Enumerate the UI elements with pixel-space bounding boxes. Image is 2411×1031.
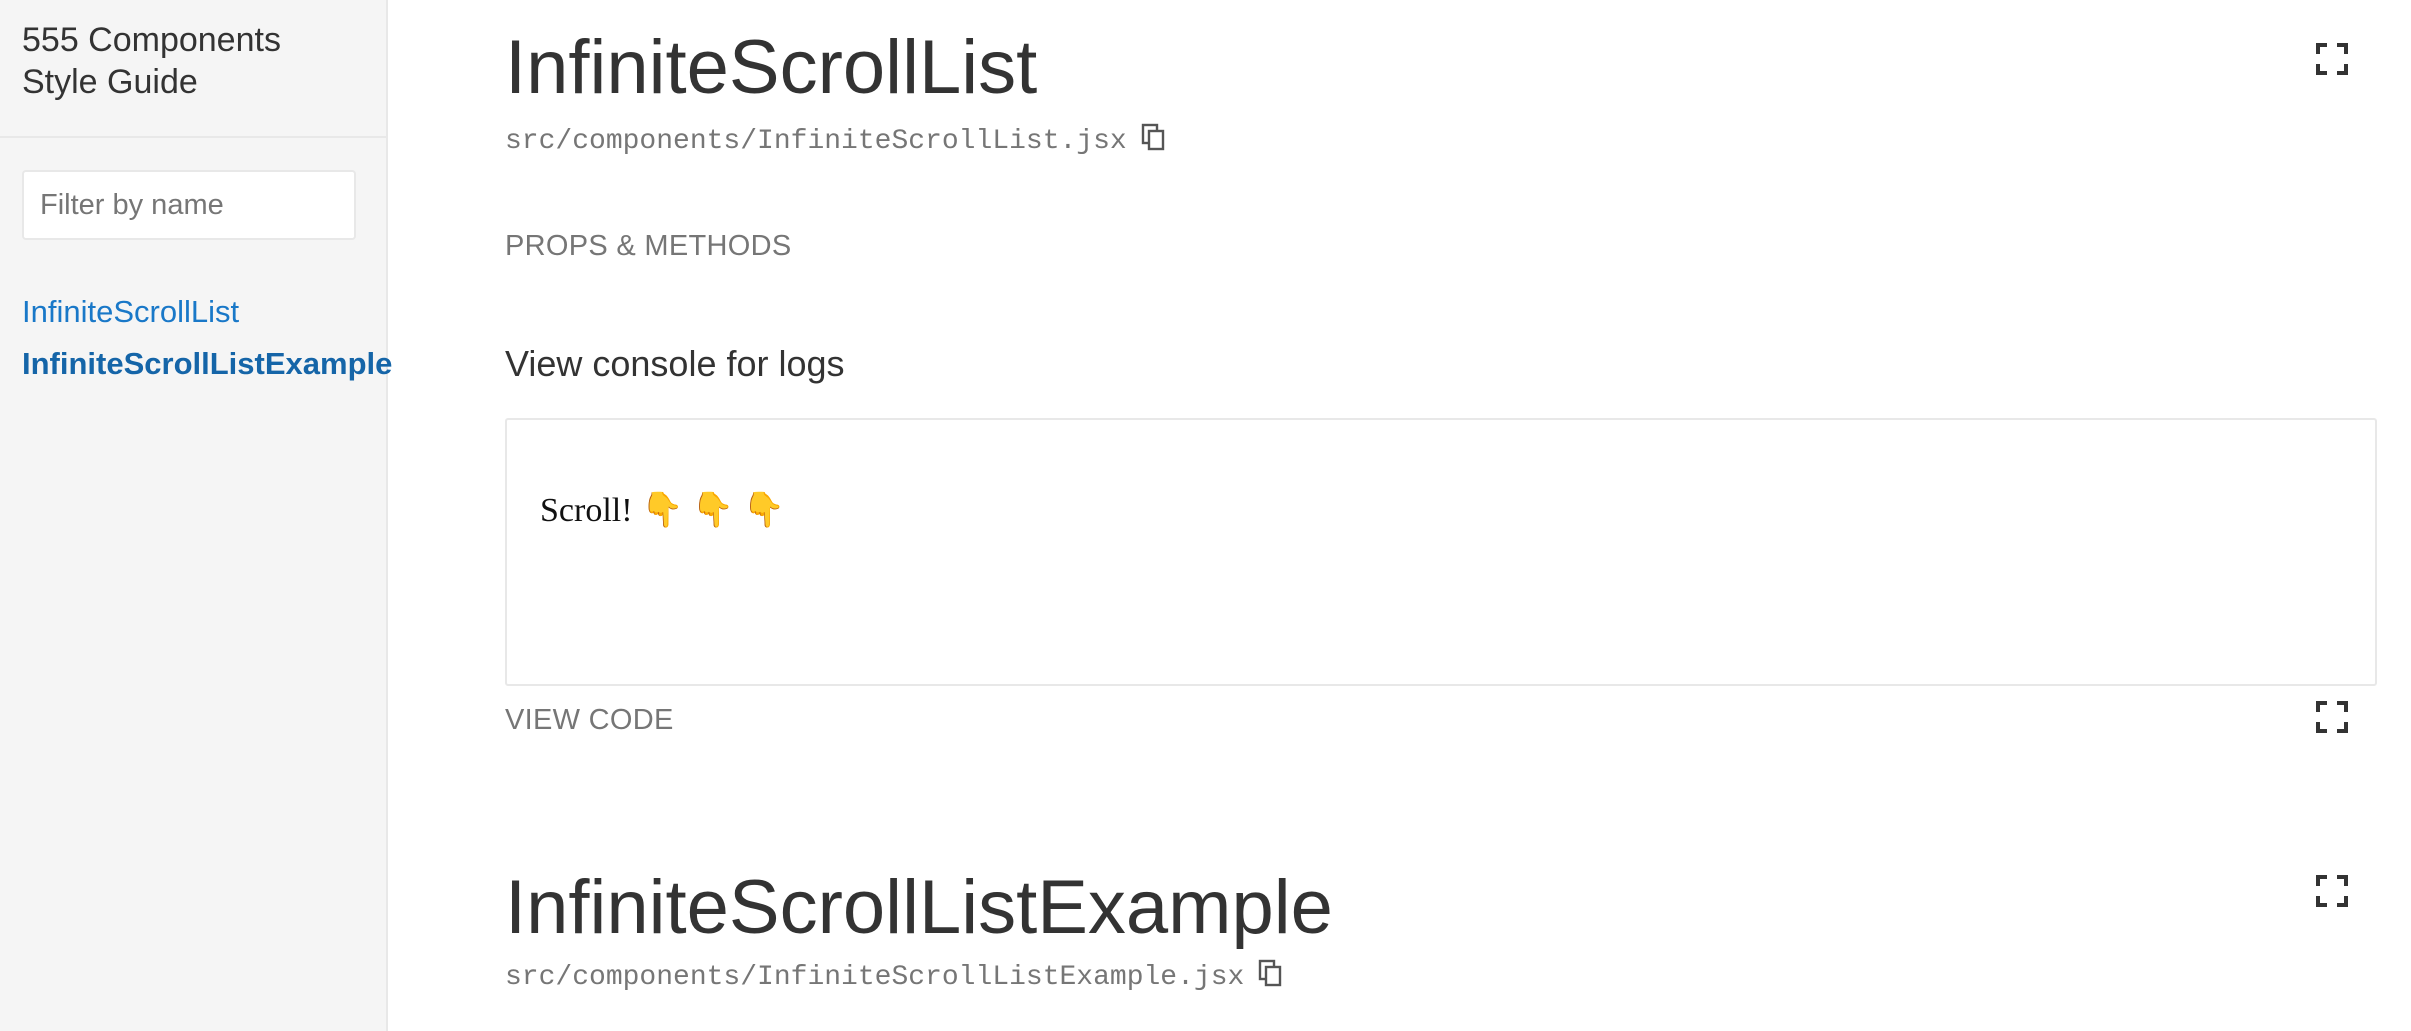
props-methods-toggle[interactable]: PROPS & METHODS — [505, 230, 792, 263]
main-content: InfiniteScrollList src/components/Infini… — [388, 0, 2411, 1031]
copy-icon[interactable] — [1141, 123, 1167, 151]
fullscreen-icon[interactable] — [2315, 874, 2349, 908]
example-preview: Scroll! 👇 👇 👇 — [505, 418, 2377, 686]
filter-input[interactable] — [22, 170, 356, 240]
sidebar: 555 Components Style Guide InfiniteScrol… — [0, 0, 392, 1031]
fullscreen-icon[interactable] — [2315, 42, 2349, 76]
copy-icon[interactable] — [1258, 959, 1284, 987]
nav-item-infinite-scroll-list[interactable]: InfiniteScrollList — [22, 286, 392, 338]
component-path: src/components/InfiniteScrollList.jsx — [505, 123, 1167, 157]
component-title[interactable]: InfiniteScrollList — [505, 18, 1037, 118]
example-description: View console for logs — [505, 343, 845, 384]
preview-text: Scroll! 👇 👇 👇 — [540, 492, 786, 529]
component-path-text: src/components/InfiniteScrollListExample… — [505, 962, 1245, 993]
component-path: src/components/InfiniteScrollListExample… — [505, 959, 1284, 993]
sidebar-divider — [0, 136, 386, 138]
styleguide-title[interactable]: 555 Components Style Guide — [22, 19, 372, 103]
component-nav: InfiniteScrollList InfiniteScrollListExa… — [22, 286, 392, 390]
example-fullscreen-icon[interactable] — [2315, 700, 2349, 734]
component-title[interactable]: InfiniteScrollListExample — [505, 858, 1333, 958]
component-path-text: src/components/InfiniteScrollList.jsx — [505, 126, 1127, 157]
view-code-toggle[interactable]: VIEW CODE — [505, 704, 674, 737]
nav-item-infinite-scroll-list-example[interactable]: InfiniteScrollListExample — [22, 338, 392, 390]
